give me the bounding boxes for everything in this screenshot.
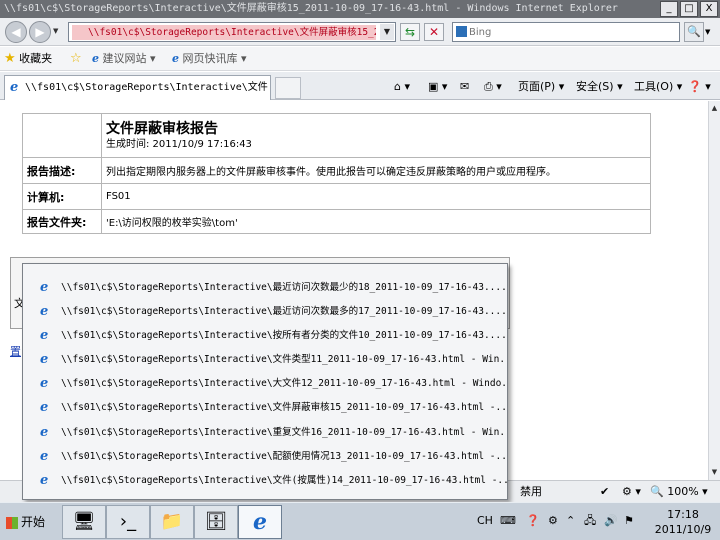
ie-icon: e [40,473,49,488]
help-tray-icon[interactable]: ❓ [526,513,540,529]
ie-icon: e [172,52,179,65]
suggested-sites-link[interactable]: e 建议网站 ▾ [92,51,156,67]
clock-time: 17:18 [667,508,699,521]
new-tab-button[interactable] [275,77,301,99]
description-label: 报告描述: [22,157,102,184]
action-center-icon[interactable]: ⚑ [624,513,634,529]
star-icon: ★ [4,51,16,66]
history-item[interactable]: e \\fs01\c$\StorageReports\Interactive\重复… [23,421,507,445]
window-title: \\fs01\c$\StorageReports\Interactive\文件屏… [4,3,618,14]
scroll-up-icon[interactable]: ▲ [709,103,720,114]
back-button[interactable]: ◀ [5,21,27,43]
ie-icon: e [40,280,49,295]
security-icon[interactable]: ⚙ ▾ [622,484,641,500]
volume-icon[interactable]: 🔊 [604,513,618,529]
ie-icon: e [40,449,49,464]
folder-value: 'E:\访问权限的枚举实验\tom' [101,209,651,234]
ie-icon: e [92,52,99,65]
clock[interactable]: 17:18 2011/10/9 [648,507,718,537]
scroll-down-icon[interactable]: ▼ [709,467,720,478]
folder-label: 报告文件夹: [22,209,102,234]
report-generated-time: 生成时间: 2011/10/9 17:16:43 [106,139,252,150]
forward-button[interactable]: ▶ [29,21,51,43]
clock-date: 2011/10/9 [654,523,712,536]
favorites-bar: ★ 收藏夹 ☆ e 建议网站 ▾ e 网页快讯库 ▾ [0,47,720,71]
computer-label: 计算机: [22,183,102,210]
taskbar: 开始 🖥 ›_ 📁 🗄 e CH ⌨ ❓ ⚙ ⌃ 🖧 🔊 ⚑ 17:18 201… [0,502,720,540]
history-item[interactable]: e \\fs01\c$\StorageReports\Interactive\按所… [23,324,507,348]
explorer-folder-icon[interactable]: 📁 [150,505,194,539]
address-field[interactable]: \\fs01\c$\StorageReports\Interactive\文件屏… [68,22,396,42]
refresh-button[interactable]: ⇆ [400,23,420,41]
history-item[interactable]: e \\fs01\c$\StorageReports\Interactive\文件… [23,396,507,420]
ie-icon: e [40,328,49,343]
settings-tray-icon[interactable]: ⚙ [548,513,558,529]
history-item[interactable]: e \\fs01\c$\StorageReports\Interactive\文件… [23,348,507,372]
title-bar: \\fs01\c$\StorageReports\Interactive\文件屏… [0,0,720,18]
history-dropdown-icon[interactable]: ▼ [53,27,58,35]
tab-bar: e \\fs01\c$\StorageReports\Interactive\文… [0,72,720,100]
tab-current[interactable]: e \\fs01\c$\StorageReports\Interactive\文… [4,75,271,100]
minimize-button[interactable]: _ [660,1,678,17]
protected-mode-status: 禁用 [520,485,542,498]
history-item[interactable]: e \\fs01\c$\StorageReports\Interactive\最近… [23,300,507,324]
favorites-button[interactable]: ★ 收藏夹 [4,51,52,67]
safety-menu[interactable]: 安全(S) ▾ [576,78,623,96]
zone-icon: ✔ [600,485,610,498]
section-link[interactable]: 置 [10,343,21,359]
window-controls: _ □ X [660,1,718,17]
powershell-icon[interactable]: ›_ [106,505,150,539]
address-row: ◀ ▶ ▼ \\fs01\c$\StorageReports\Interacti… [0,18,720,46]
network-icon[interactable]: 🖧 [584,513,596,529]
computer-value: FS01 [101,183,651,210]
search-dropdown-icon[interactable]: ▼ [705,28,710,36]
history-item[interactable]: e \\fs01\c$\StorageReports\Interactive\文件… [23,469,507,493]
ie-icon: e [40,376,49,391]
search-icon[interactable]: 🔍 [684,22,704,42]
zoom-control[interactable]: 🔍 100% ▾ [650,484,708,500]
vertical-scrollbar[interactable]: ▲ ▼ [708,101,720,480]
history-popup: e \\fs01\c$\StorageReports\Interactive\最近… [22,263,508,500]
show-hidden-icons-icon[interactable]: ⌃ [566,513,575,529]
ie-icon: e [40,304,49,319]
favorites-label: 收藏夹 [19,52,53,65]
tab-label: \\fs01\c$\StorageReports\Interactive\文件.… [25,82,271,93]
ie-icon: e [40,352,49,367]
stop-button[interactable]: ✕ [424,23,444,41]
ie-icon: e [10,80,19,95]
ie-icon: e [40,425,49,440]
history-item[interactable]: e \\fs01\c$\StorageReports\Interactive\大文… [23,372,507,396]
home-icon[interactable]: ⌂ ▾ [394,78,410,96]
report-title: 文件屏蔽审核报告 [106,121,218,137]
keyboard-icon[interactable]: ⌨ [500,513,516,529]
report-header-table: 文件屏蔽审核报告 生成时间: 2011/10/9 17:16:43 报告描述: … [22,113,651,234]
language-indicator[interactable]: CH [477,513,493,529]
history-item[interactable]: e \\fs01\c$\StorageReports\Interactive\最近… [23,276,507,300]
address-dropdown-icon[interactable]: ▼ [380,24,394,40]
ie-taskbar-icon[interactable]: e [238,505,282,539]
close-button[interactable]: X [700,1,718,17]
feeds-icon[interactable]: ▣ ▾ [428,78,447,96]
description-value: 列出指定期限内服务器上的文件屏蔽审核事件。使用此报告可以确定违反屏蔽策略的用户或… [101,157,651,184]
bing-icon [456,26,467,37]
ie-icon: e [40,400,49,415]
page-menu[interactable]: 页面(P) ▾ [518,78,564,96]
search-input[interactable] [469,25,669,39]
history-item[interactable]: e \\fs01\c$\StorageReports\Interactive\配额… [23,445,507,469]
search-box[interactable] [452,22,680,42]
server-manager-icon[interactable]: 🖥 [62,505,106,539]
mail-icon[interactable]: ✉ [460,78,469,96]
web-slice-gallery-link[interactable]: e 网页快讯库 ▾ [172,51,247,67]
print-icon[interactable]: ⎙ ▾ [484,78,502,96]
file-server-icon[interactable]: 🗄 [194,505,238,539]
maximize-button[interactable]: □ [680,1,698,17]
help-icon[interactable]: ❓ ▾ [688,78,711,96]
start-button[interactable]: 开始 [2,509,45,535]
tools-menu[interactable]: 工具(O) ▾ [634,78,682,96]
add-favorite-icon[interactable]: ☆ [70,51,82,67]
address-url[interactable]: \\fs01\c$\StorageReports\Interactive\文件屏… [72,25,376,40]
windows-logo-icon [6,516,18,529]
